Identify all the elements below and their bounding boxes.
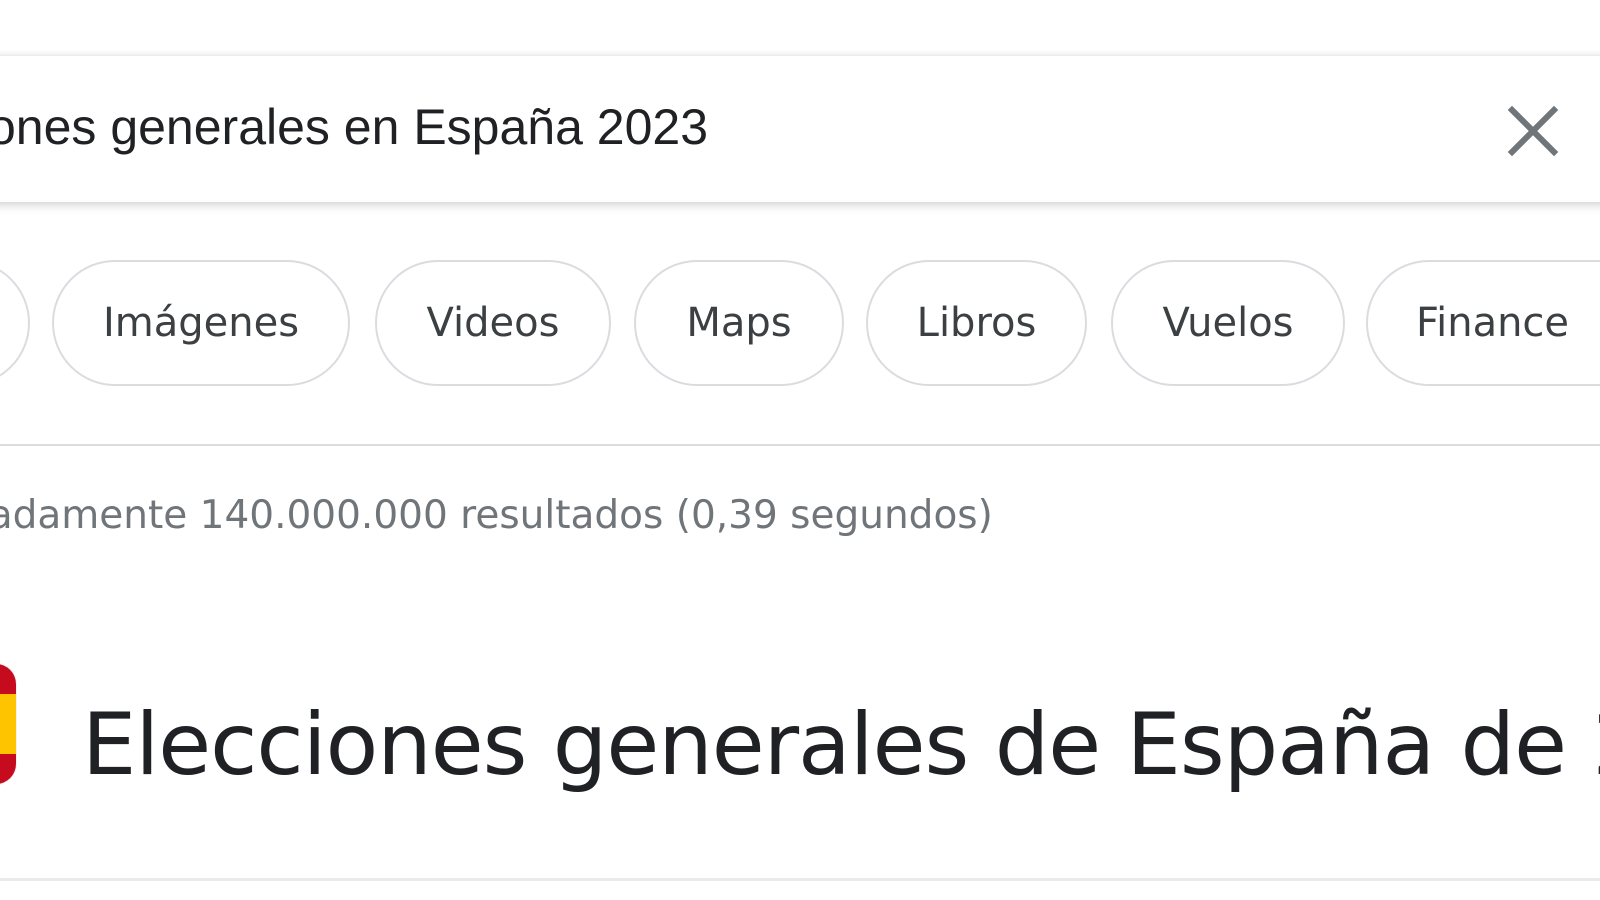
tab-videos[interactable]: Videos bbox=[375, 260, 611, 386]
search-results-page: ones generales en España 2023 Imágenes V… bbox=[0, 0, 1600, 900]
tab-books-label: Libros bbox=[916, 300, 1037, 346]
search-tabs: Imágenes Videos Maps Libros Vuelos Finan… bbox=[0, 260, 1600, 390]
tab-finance[interactable]: Finance bbox=[1366, 260, 1600, 386]
clear-search-button[interactable] bbox=[1500, 98, 1566, 164]
section-divider bbox=[0, 878, 1600, 881]
tab-finance-label: Finance bbox=[1416, 300, 1570, 346]
result-stats: nadamente 140.000.000 resultados (0,39 s… bbox=[0, 493, 993, 538]
search-input[interactable]: ones generales en España 2023 bbox=[0, 96, 1400, 158]
tab-maps-label: Maps bbox=[686, 300, 792, 346]
tab-flights-label: Vuelos bbox=[1162, 300, 1294, 346]
tab-books[interactable]: Libros bbox=[866, 260, 1087, 386]
tab-videos-label: Videos bbox=[426, 300, 560, 346]
tab-flights[interactable]: Vuelos bbox=[1111, 260, 1345, 386]
tabs-divider bbox=[0, 444, 1600, 446]
knowledge-panel-title[interactable]: Elecciones generales de España de 2 bbox=[82, 690, 1600, 800]
search-query-text: ones generales en España 2023 bbox=[0, 99, 709, 155]
tab-previous[interactable] bbox=[0, 260, 30, 386]
spain-flag-icon bbox=[0, 664, 16, 784]
tab-maps[interactable]: Maps bbox=[634, 260, 844, 386]
tab-images-label: Imágenes bbox=[102, 300, 300, 346]
tab-images[interactable]: Imágenes bbox=[52, 260, 350, 386]
close-icon bbox=[1507, 105, 1559, 157]
